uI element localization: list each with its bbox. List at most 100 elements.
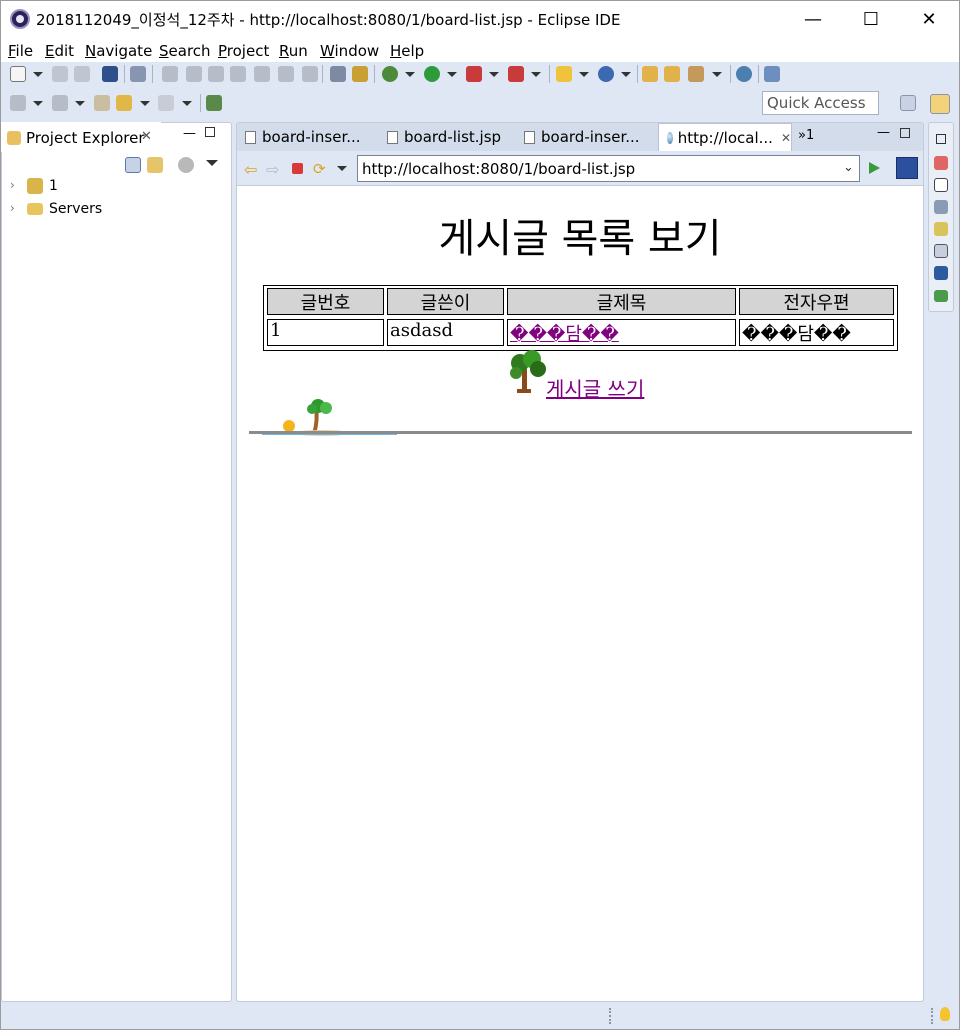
- open-task-icon[interactable]: [664, 66, 680, 82]
- forward-icon[interactable]: [158, 95, 174, 111]
- dropdown-icon[interactable]: [531, 72, 541, 77]
- properties-icon[interactable]: [934, 178, 948, 192]
- data-source-icon[interactable]: [934, 222, 948, 236]
- view-menu-icon[interactable]: [206, 160, 218, 166]
- close-button[interactable]: ✕: [900, 0, 958, 38]
- close-icon[interactable]: ✕: [141, 129, 152, 144]
- new-class-icon[interactable]: [598, 66, 614, 82]
- go-icon[interactable]: [869, 162, 880, 174]
- debug-icon[interactable]: [382, 66, 398, 82]
- chevron-right-icon[interactable]: ›: [10, 178, 15, 192]
- tree-item-project[interactable]: 1: [49, 178, 58, 194]
- console-icon[interactable]: [102, 66, 118, 82]
- suspend-icon[interactable]: [186, 66, 202, 82]
- stop-icon[interactable]: [292, 163, 303, 174]
- dropdown-icon[interactable]: [33, 101, 43, 106]
- back-icon[interactable]: [116, 95, 132, 111]
- open-perspective-icon[interactable]: [900, 95, 916, 111]
- dropdown-icon[interactable]: [405, 72, 415, 77]
- quick-access-input[interactable]: Quick Access: [762, 91, 879, 115]
- resume-icon[interactable]: [162, 66, 178, 82]
- save-all-icon[interactable]: [74, 66, 90, 82]
- collapse-all-icon[interactable]: [125, 157, 141, 173]
- search-icon[interactable]: [688, 66, 704, 82]
- filter-icon[interactable]: [178, 157, 194, 173]
- forward-icon[interactable]: ⇨: [266, 160, 279, 179]
- chevron-right-icon[interactable]: ›: [10, 201, 15, 215]
- dropdown-icon[interactable]: [182, 101, 192, 106]
- open-type-icon[interactable]: [642, 66, 658, 82]
- save-icon[interactable]: [52, 66, 68, 82]
- link-editor-icon[interactable]: [147, 157, 163, 173]
- new-icon[interactable]: [10, 66, 26, 82]
- tab-browser[interactable]: http://local... ✕: [658, 123, 792, 151]
- minimize-editor-icon[interactable]: —: [877, 125, 890, 140]
- use-step-filters-icon[interactable]: [330, 66, 346, 82]
- minimize-button[interactable]: —: [784, 0, 842, 38]
- restore-icon[interactable]: [936, 134, 946, 144]
- horizontal-rule: [249, 431, 912, 434]
- refresh-icon[interactable]: ⟳: [313, 160, 326, 178]
- run-server-icon[interactable]: [508, 66, 524, 82]
- problems-icon[interactable]: [934, 156, 948, 170]
- lightbulb-icon[interactable]: [940, 1007, 950, 1021]
- step-over-icon[interactable]: [278, 66, 294, 82]
- menu-window[interactable]: Window: [320, 42, 379, 60]
- javaee-perspective-icon[interactable]: [930, 94, 950, 114]
- dropdown-icon[interactable]: [33, 72, 43, 77]
- next-annotation-icon[interactable]: [10, 95, 26, 111]
- drop-to-frame-icon[interactable]: [352, 66, 368, 82]
- open-external-browser-icon[interactable]: [896, 157, 918, 179]
- run-icon[interactable]: [424, 66, 440, 82]
- dropdown-icon[interactable]: [337, 166, 347, 171]
- tab-board-insert-2[interactable]: board-inser...: [516, 123, 656, 151]
- dropdown-icon[interactable]: [75, 101, 85, 106]
- coverage-icon[interactable]: [466, 66, 482, 82]
- tab-board-list[interactable]: board-list.jsp: [379, 123, 517, 151]
- disconnect-icon[interactable]: [230, 66, 246, 82]
- menu-navigate[interactable]: Navigate: [85, 42, 152, 60]
- menu-help[interactable]: Help: [390, 42, 424, 60]
- pin-editor-icon[interactable]: [206, 95, 222, 111]
- last-edit-location-icon[interactable]: [94, 95, 110, 111]
- step-return-icon[interactable]: [302, 66, 318, 82]
- snippets-icon[interactable]: [934, 244, 948, 258]
- post-title-link[interactable]: ���담��: [510, 324, 619, 345]
- maximize-button[interactable]: ☐: [842, 0, 900, 38]
- chevron-down-icon[interactable]: ⌄: [843, 160, 854, 175]
- terminal-icon[interactable]: [934, 290, 948, 302]
- menu-edit[interactable]: Edit: [45, 42, 74, 60]
- maximize-editor-icon[interactable]: [900, 128, 910, 138]
- menu-run[interactable]: Run: [279, 42, 308, 60]
- skip-breakpoints-icon[interactable]: [130, 66, 146, 82]
- menu-search[interactable]: Search: [159, 42, 211, 60]
- tab-label: http://local...: [677, 128, 773, 147]
- previous-annotation-icon[interactable]: [52, 95, 68, 111]
- terminate-icon[interactable]: [208, 66, 224, 82]
- dropdown-icon[interactable]: [621, 72, 631, 77]
- external-tools-icon[interactable]: [764, 66, 780, 82]
- tree-item-servers[interactable]: Servers: [49, 201, 102, 217]
- step-into-icon[interactable]: [254, 66, 270, 82]
- dropdown-icon[interactable]: [489, 72, 499, 77]
- web-browser-icon[interactable]: [736, 66, 752, 82]
- tab-board-insert-1[interactable]: board-inser...: [237, 123, 377, 151]
- new-java-project-icon[interactable]: [556, 66, 572, 82]
- menu-file[interactable]: File: [8, 42, 33, 60]
- menu-project[interactable]: Project: [218, 42, 269, 60]
- tab-overflow[interactable]: »1: [798, 128, 814, 143]
- globe-icon: [667, 131, 673, 144]
- dropdown-icon[interactable]: [712, 72, 722, 77]
- minimize-view-icon[interactable]: —: [183, 126, 196, 141]
- console-view-icon[interactable]: [934, 266, 948, 280]
- back-icon[interactable]: ⇦: [244, 160, 257, 179]
- maximize-view-icon[interactable]: [205, 127, 215, 137]
- url-input[interactable]: http://localhost:8080/1/board-list.jsp: [357, 155, 860, 182]
- dropdown-icon[interactable]: [447, 72, 457, 77]
- write-post-link[interactable]: 게시글 쓰기: [546, 373, 644, 402]
- table-header: 글쓴이: [387, 288, 504, 315]
- servers-view-icon[interactable]: [934, 200, 948, 214]
- close-icon[interactable]: ✕: [781, 131, 791, 145]
- dropdown-icon[interactable]: [579, 72, 589, 77]
- dropdown-icon[interactable]: [140, 101, 150, 106]
